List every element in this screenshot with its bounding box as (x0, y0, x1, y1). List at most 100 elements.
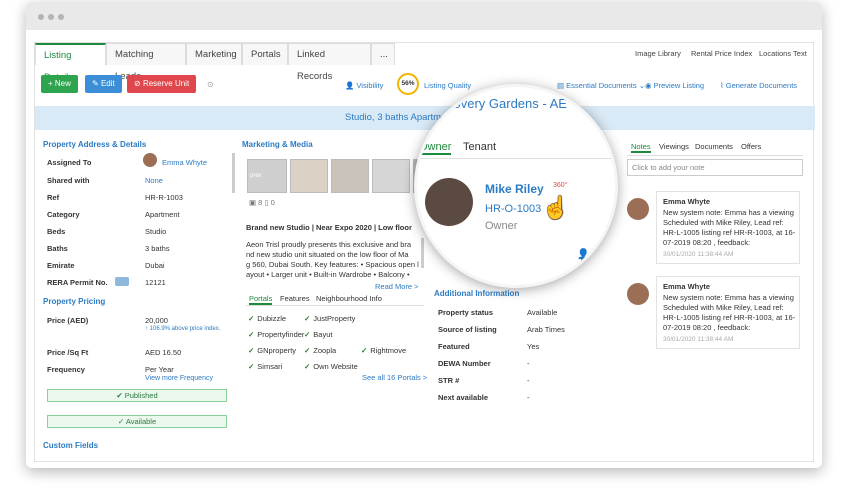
360-badge[interactable]: 360° (553, 182, 567, 189)
source-value: Arab Times (527, 325, 565, 334)
visibility-label: Visibility (356, 81, 384, 90)
prev-label[interactable]: prev (250, 173, 262, 179)
pricing-section-title: Property Pricing (43, 297, 106, 306)
dewa-label: DEWA Number (438, 359, 491, 368)
viewings-badge[interactable]: ings (581, 259, 603, 269)
tab-linked-records[interactable]: Linked Records (288, 43, 371, 82)
tab-notes[interactable]: Notes (631, 142, 651, 153)
listing-title-banner: Studio, 3 baths Apartment in Ibn Battu (35, 106, 815, 130)
media-thumbnail[interactable] (331, 159, 369, 193)
tab-offers[interactable]: Offers (741, 142, 761, 151)
owner-ref: HR-O-1003 (485, 203, 542, 215)
description-scrollbar[interactable] (421, 238, 424, 268)
media-thumbnail[interactable] (290, 159, 328, 193)
tab-more[interactable]: ... (371, 43, 395, 65)
edit-icon: ✎ (92, 79, 101, 88)
tab-listing-details[interactable]: Listing Details (35, 43, 106, 83)
subtab-features[interactable]: Features (280, 294, 310, 303)
rera-value: 12121 (145, 278, 166, 287)
note-timestamp: 30/01/2020 11:38:44 AM (663, 336, 734, 343)
image-icon: ▣ (249, 198, 259, 207)
check-circle-icon: ✔ (116, 391, 125, 400)
visibility-button[interactable]: 👤 Visibility (345, 81, 383, 90)
tab-portals[interactable]: Portals (242, 43, 288, 65)
reserve-unit-button[interactable]: ⊘ Reserve Unit (127, 75, 197, 93)
available-status[interactable]: ✓ Available (47, 415, 227, 428)
left-scrollbar[interactable] (232, 153, 235, 193)
portal-item: ✓ Simsari (248, 362, 282, 371)
note-line: 07-2019 08:20 , feedback: (663, 323, 751, 332)
price-index-note: ↑ 106.9% above price index. (145, 326, 221, 332)
check-icon: ✓ (117, 417, 126, 426)
subtab-portals[interactable]: Portals (249, 294, 273, 305)
next-available-label: Next available (438, 393, 489, 402)
user-icon: 👤 (345, 81, 357, 90)
preview-label: Preview Listing (653, 81, 705, 90)
note-author: Emma Whyte (663, 282, 711, 291)
ref-value: HR-R-1003 (145, 193, 183, 202)
listing-quality-link[interactable]: Listing Quality (424, 81, 471, 90)
avatar (627, 198, 649, 220)
shared-with-label: Shared with (47, 176, 90, 185)
window-dot[interactable] (38, 14, 44, 20)
hand-cursor-icon: ☝ (542, 195, 570, 220)
photo-count: 8 (258, 198, 263, 207)
tenant-tab[interactable]: Tenant (463, 141, 496, 153)
preview-listing-link[interactable]: ◉ Preview Listing (645, 81, 704, 90)
note-input[interactable]: Click to add your note (627, 159, 803, 176)
tab-matching-leads[interactable]: Matching Leads (106, 43, 186, 82)
window-dot[interactable] (58, 14, 64, 20)
portal-name: Rightmove (370, 346, 407, 355)
locations-text-link[interactable]: Locations Text (759, 49, 807, 58)
essential-documents-dropdown[interactable]: ▤ Essential Documents ⌄ (557, 81, 645, 90)
featured-value: Yes (527, 342, 540, 351)
published-status[interactable]: ✔ Published (47, 389, 227, 402)
note-card: Emma Whyte New system note: Emma has a v… (627, 191, 800, 264)
description-line: nd new studio unit situated on the low f… (246, 250, 409, 259)
assigned-to-value[interactable]: Emma Whyte (162, 158, 207, 167)
tab-marketing[interactable]: Marketing (186, 43, 242, 65)
subtab-neighbourhood[interactable]: Neighbourhood Info (316, 294, 382, 303)
quality-gauge: 56% (397, 73, 419, 95)
property-status-label: Property status (438, 308, 494, 317)
portal-name: Simsari (257, 362, 283, 371)
check-icon: ✓ (248, 362, 255, 371)
info-icon[interactable]: ⊙ (207, 80, 214, 89)
edit-button[interactable]: ✎ Edit (85, 75, 122, 93)
window-dot[interactable] (48, 14, 54, 20)
owner-name-link[interactable]: Mike Riley (485, 182, 544, 196)
published-label: Published (124, 391, 158, 400)
edit-label: Edit (100, 79, 115, 88)
note-line: 07-2019 08:20 , feedback: (663, 238, 751, 247)
shared-with-value[interactable]: None (145, 176, 163, 185)
new-button[interactable]: + New (41, 75, 78, 93)
check-icon: ✓ (304, 330, 311, 339)
owner-tab[interactable]: Owner (417, 141, 452, 155)
note-line: HR-L-1005 listing ref HR-R-1003, at 16- (663, 228, 796, 237)
price-value: 20,000 (145, 316, 168, 325)
reserve-label: Reserve Unit (142, 79, 190, 88)
note-timestamp: 30/01/2020 11:38:44 AM (663, 251, 734, 258)
portal-name: Dubizzle (257, 314, 287, 323)
read-more-link[interactable]: Read More > (375, 282, 419, 291)
check-icon: ✓ (248, 314, 255, 323)
media-thumbnail[interactable] (372, 159, 410, 193)
magnifier-divider (417, 158, 611, 159)
generate-documents-link[interactable]: ⌇ Generate Documents (720, 81, 797, 90)
subtab-divider (246, 305, 424, 306)
custom-fields-title[interactable]: Custom Fields (43, 441, 98, 450)
portal-item: ✓ Zoopla (304, 346, 336, 355)
baths-label: Baths (47, 244, 68, 253)
magnified-title: covery Gardens - AE (447, 96, 567, 111)
rental-price-index-link[interactable]: Rental Price Index (691, 49, 752, 58)
portal-name: Own Website (313, 362, 358, 371)
frequency-link[interactable]: View more Frequency (145, 375, 213, 382)
tab-viewings[interactable]: Viewings (659, 142, 689, 151)
str-value: - (527, 376, 530, 385)
see-all-portals-link[interactable]: See all 16 Portals > (362, 373, 427, 382)
media-thumbnail[interactable]: prev (247, 159, 287, 193)
tab-documents[interactable]: Documents (695, 142, 733, 151)
listing-headline: Brand new Studio | Near Expo 2020 | Low … (246, 223, 412, 232)
image-library-link[interactable]: Image Library (635, 49, 681, 58)
portal-name: GNproperty (257, 346, 297, 355)
